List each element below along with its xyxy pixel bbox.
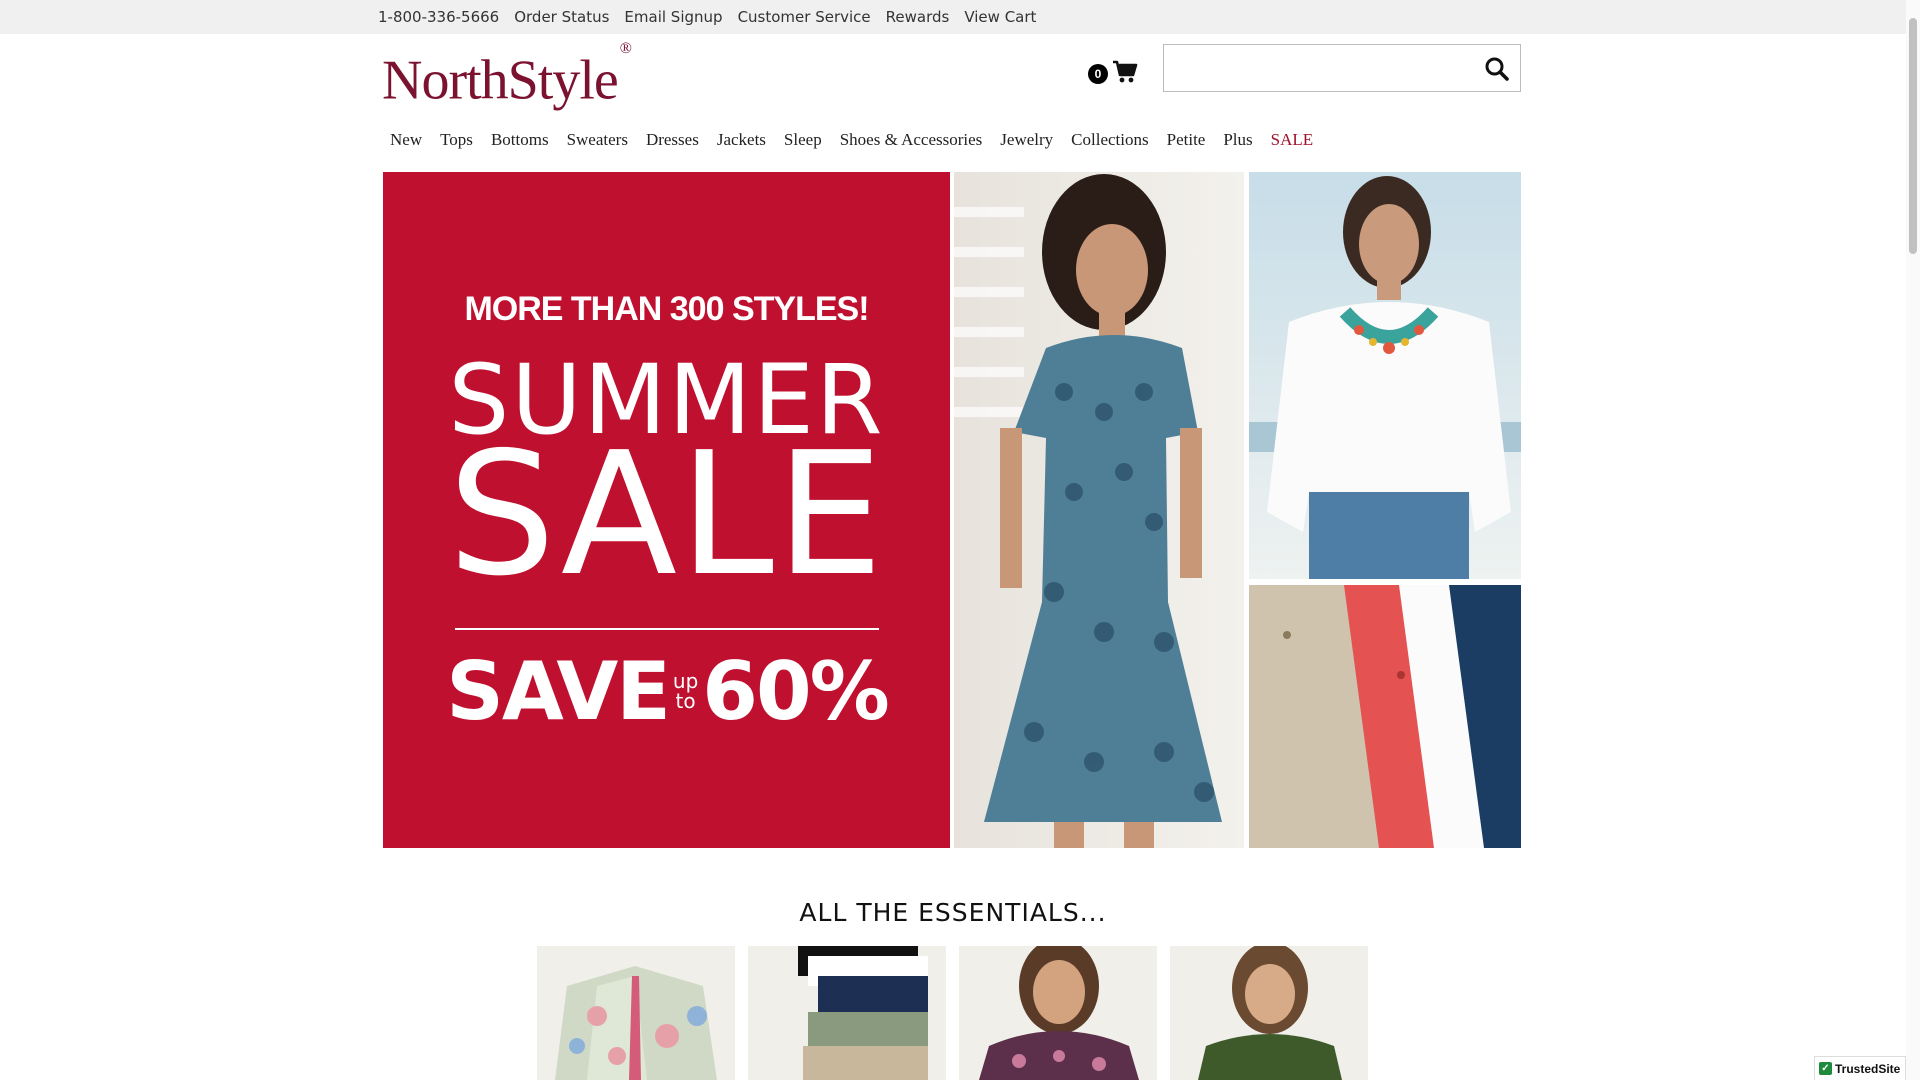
print-top-illustration: [979, 946, 1139, 1080]
embroidered-top-photo[interactable]: [1249, 172, 1521, 579]
floral-shirt-illustration: [555, 966, 717, 1080]
nav-tops[interactable]: Tops: [440, 130, 473, 150]
order-status-link[interactable]: Order Status: [514, 8, 609, 26]
nav-dresses[interactable]: Dresses: [646, 130, 699, 150]
customer-service-link[interactable]: Customer Service: [738, 8, 871, 26]
hero-divider: [455, 628, 879, 630]
utility-bar: 1-800-336-5666 Order Status Email Signup…: [0, 0, 1920, 34]
dress-model-photo[interactable]: [954, 172, 1244, 848]
nav-sleep[interactable]: Sleep: [784, 130, 822, 150]
discount-percent: 60%: [702, 644, 889, 738]
up-word: up: [672, 669, 699, 693]
main-nav: New Tops Bottoms Sweaters Dresses Jacket…: [382, 128, 1322, 152]
nav-bottoms[interactable]: Bottoms: [491, 130, 549, 150]
essentials-green-shirt-tile[interactable]: [1170, 946, 1368, 1080]
nav-collections[interactable]: Collections: [1071, 130, 1148, 150]
essentials-heading: ALL THE ESSENTIALS...: [799, 898, 1107, 927]
to-word: to: [675, 689, 696, 713]
essentials-print-top-tile[interactable]: [959, 946, 1157, 1080]
nav-new[interactable]: New: [390, 130, 422, 150]
cart-button[interactable]: 0: [1088, 58, 1140, 86]
site-logo[interactable]: NorthStyle®: [382, 40, 632, 112]
pants-illustration: [1249, 585, 1521, 848]
hero-sale-text: SALE: [447, 416, 886, 614]
phone-link[interactable]: 1-800-336-5666: [378, 8, 499, 26]
view-cart-link[interactable]: View Cart: [964, 8, 1036, 26]
trustedsite-badge[interactable]: ✓ TrustedSite: [1814, 1056, 1906, 1080]
nav-plus[interactable]: Plus: [1223, 130, 1252, 150]
nav-petite[interactable]: Petite: [1167, 130, 1206, 150]
trustedsite-label: TrustedSite: [1835, 1061, 1901, 1076]
check-icon: ✓: [1819, 1062, 1832, 1075]
search-input[interactable]: [1172, 53, 1466, 85]
logo-text: NorthStyle: [382, 49, 619, 112]
nav-sale[interactable]: SALE: [1271, 130, 1314, 150]
summer-sale-banner[interactable]: MORE THAN 300 STYLES! SUMMER SALE SAVE u…: [383, 172, 950, 848]
nav-jewelry[interactable]: Jewelry: [1000, 130, 1053, 150]
nav-shoes-accessories[interactable]: Shoes & Accessories: [840, 130, 983, 150]
registered-mark: ®: [619, 40, 632, 57]
hero-kicker: MORE THAN 300 STYLES!: [464, 290, 869, 328]
cart-count-badge: 0: [1088, 64, 1108, 84]
save-word: SAVE: [446, 644, 671, 738]
rewards-link[interactable]: Rewards: [886, 8, 950, 26]
dress-illustration: [954, 174, 1222, 848]
hero-save-offer: SAVE up to 60%: [446, 645, 890, 738]
up-to-text: up to: [673, 671, 698, 711]
cart-icon: [1113, 60, 1138, 83]
essentials-floral-shirt-tile[interactable]: [537, 946, 735, 1080]
top-illustration: [1249, 176, 1521, 579]
essentials-pants-tile[interactable]: [748, 946, 946, 1080]
email-signup-link[interactable]: Email Signup: [624, 8, 722, 26]
folded-pants-illustration: [798, 946, 928, 1080]
nav-sweaters[interactable]: Sweaters: [567, 130, 628, 150]
search-icon[interactable]: [1484, 56, 1510, 82]
search-box: [1163, 44, 1521, 92]
page-scrollbar-thumb[interactable]: [1909, 18, 1917, 254]
pants-photo[interactable]: [1249, 585, 1521, 848]
green-shirt-illustration: [1198, 946, 1342, 1080]
nav-jackets[interactable]: Jackets: [717, 130, 766, 150]
utility-links: 1-800-336-5666 Order Status Email Signup…: [378, 0, 1051, 34]
